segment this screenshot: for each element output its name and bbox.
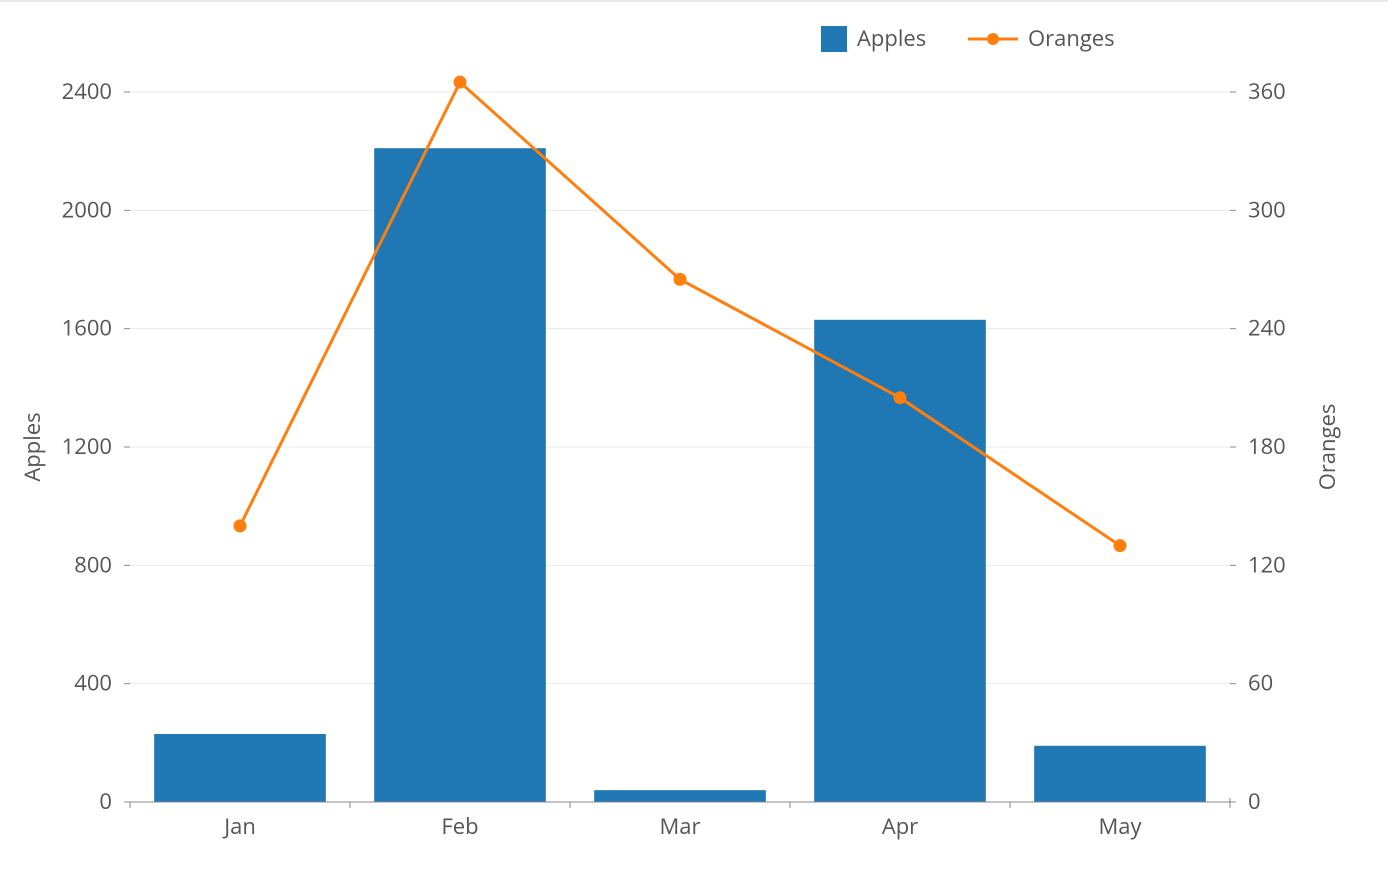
y-left-tick-label: 400 [74, 668, 112, 698]
y-left-tick-label: 0 [99, 786, 112, 816]
bar [594, 790, 766, 802]
x-tick-label: Apr [882, 811, 918, 841]
y-right-tick-label: 180 [1248, 431, 1286, 461]
line-point [894, 392, 906, 404]
legend-apples-label: Apples [857, 23, 926, 53]
legend-oranges-swatch [968, 33, 1018, 45]
line-point [234, 520, 246, 532]
y-axis-right-label: Oranges [1312, 404, 1342, 491]
y-left-tick-label: 2400 [62, 76, 112, 106]
line-point [674, 273, 686, 285]
y-left-tick-label: 800 [74, 549, 112, 579]
x-tick-label: Jan [222, 811, 256, 841]
x-tick-label: Feb [441, 811, 478, 841]
line-series [240, 82, 1120, 545]
y-left-tick-label: 1200 [62, 431, 112, 461]
y-right-tick-label: 240 [1248, 313, 1286, 343]
y-left-tick-label: 2000 [62, 194, 112, 224]
plot-area: 0 400 800 1200 1600 2000 2400 0 60 120 180 240 300 36… [62, 76, 1286, 841]
legend: Apples Oranges [821, 23, 1115, 53]
x-tick-label: May [1098, 811, 1142, 841]
y-right-tick-label: 360 [1248, 76, 1286, 106]
bar [374, 148, 546, 802]
chart: Apples Oranges 0 400 800 1200 1600 2000 2400 0 6… [0, 2, 1388, 896]
y-right-tick-label: 300 [1248, 194, 1286, 224]
legend-apples-swatch [821, 26, 847, 52]
y-right-tick-label: 60 [1248, 668, 1273, 698]
line-point [454, 76, 466, 88]
x-tick-label: Mar [659, 811, 700, 841]
line-point [1114, 540, 1126, 552]
y-right-tick-label: 120 [1248, 549, 1286, 579]
y-left-tick-label: 1600 [62, 313, 112, 343]
y-axis-left-label: Apples [17, 412, 47, 481]
bar [154, 734, 326, 802]
legend-oranges-label: Oranges [1028, 23, 1115, 53]
bar [1034, 746, 1206, 802]
y-right-tick-label: 0 [1248, 786, 1261, 816]
